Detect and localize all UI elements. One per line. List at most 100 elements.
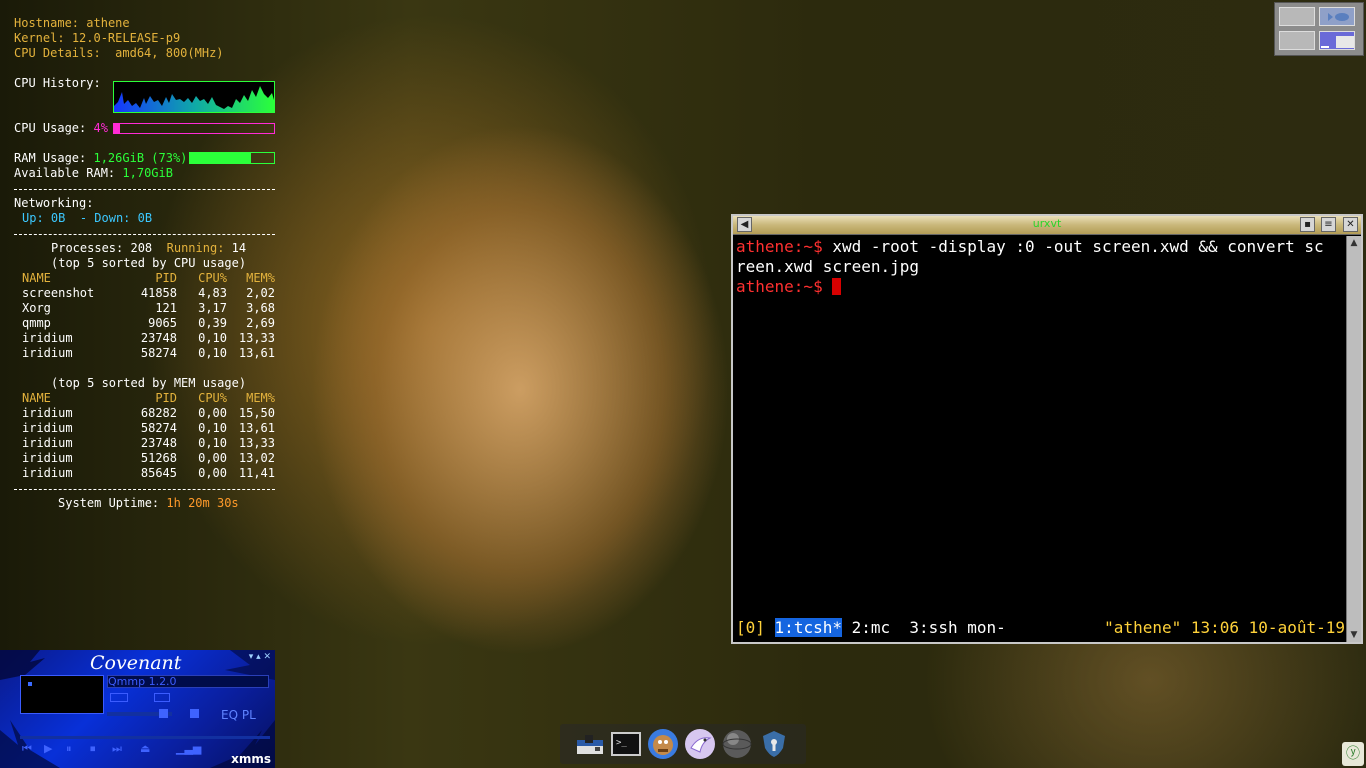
column-cpu: CPU% — [198, 391, 227, 405]
separator — [14, 489, 275, 490]
status-host-clock: "athene" 13:06 10-août-19 — [1104, 618, 1345, 637]
workspace-3[interactable] — [1279, 31, 1315, 50]
scroll-up-icon[interactable]: ▲ — [1347, 236, 1361, 250]
terminal-scrollbar[interactable]: ▲ ▼ — [1346, 236, 1361, 642]
process-pid: 58274 — [140, 346, 177, 360]
eq-button[interactable]: EQ — [221, 708, 238, 722]
ram-usage-label: RAM Usage: — [14, 151, 87, 165]
table-header: NAME PID CPU% MEM% — [22, 391, 277, 406]
column-mem: MEM% — [246, 271, 275, 285]
process-mem: 13,33 — [238, 331, 275, 345]
xmms-eq-pl[interactable]: EQ PL — [221, 708, 256, 722]
status-window-active[interactable]: 1:tcsh* — [774, 618, 842, 637]
process-cpu: 0,10 — [198, 331, 227, 345]
top-mem-table: NAME PID CPU% MEM% iridium 68282 0,00 15,50… — [22, 391, 277, 481]
terminal-line: athene:~$ xwd -root -display :0 -out scr… — [736, 237, 1345, 257]
process-mem: 13,33 — [238, 436, 275, 450]
process-pid: 58274 — [140, 421, 177, 435]
process-name: iridium — [22, 346, 73, 360]
table-header: NAME PID CPU% MEM% — [22, 271, 277, 286]
pause-icon[interactable]: ⏸ — [66, 742, 72, 756]
gimp-icon[interactable] — [647, 728, 679, 760]
next-icon[interactable]: ⏭ — [112, 742, 122, 756]
close-button[interactable]: ✕ — [1343, 217, 1358, 232]
column-mem: MEM% — [246, 391, 275, 405]
volume-knob[interactable] — [159, 709, 168, 718]
column-pid: PID — [155, 271, 177, 285]
iconify-button[interactable]: ▪ — [1300, 217, 1315, 232]
kernel-label: Kernel: — [14, 31, 65, 45]
seek-bar[interactable] — [20, 736, 270, 739]
process-mem: 15,50 — [238, 406, 275, 420]
xmms-song-title: Qmmp 1.2.0 — [107, 675, 269, 688]
hostname-label: Hostname: — [14, 16, 80, 30]
available-ram-row: Available RAM: 1,70GiB — [14, 166, 173, 181]
column-pid: PID — [155, 391, 177, 405]
separator — [14, 234, 275, 235]
workspace-2[interactable] — [1319, 7, 1355, 26]
browser-icon[interactable] — [684, 728, 716, 760]
process-pid: 41858 — [140, 286, 177, 300]
xmms-player[interactable]: Covenant ▾ ▴ ✕ Qmmp 1.2.0 EQ PL ⏮ ▶ ⏸ ⏹ … — [0, 650, 275, 768]
ram-usage-bar — [189, 152, 275, 164]
cpu-usage-bar-fill — [114, 124, 121, 133]
text-cursor — [832, 278, 842, 295]
process-cpu: 4,83 — [198, 286, 227, 300]
ram-usage-row: RAM Usage: 1,26GiB (73%) — [14, 151, 187, 166]
status-windows[interactable]: 2:mc 3:ssh mon- — [842, 618, 1006, 637]
network-down: Down: 0B — [94, 211, 153, 225]
xmms-brand-label: xmms — [231, 752, 271, 766]
terminal-titlebar[interactable]: ◀ urxvt ▪ ≡ ✕ — [733, 216, 1361, 235]
playlist-button[interactable]: PL — [242, 708, 256, 722]
hostname-row: Hostname: athene — [14, 16, 130, 31]
network-globe-icon[interactable] — [721, 728, 753, 760]
cpu-details-label: CPU Details: — [14, 46, 101, 60]
equalizer-bars-icon: ▁▃▅ — [176, 742, 202, 755]
terminal-window[interactable]: ◀ urxvt ▪ ≡ ✕ athene:~$ xwd -root -displ… — [731, 214, 1363, 644]
volume-slider[interactable] — [107, 709, 172, 718]
ram-usage-bar-fill — [190, 153, 252, 163]
cpu-details-row: CPU Details: amd64, 800(MHz) — [14, 46, 224, 61]
network-up: Up: 0B — [22, 211, 66, 225]
xmms-time-display — [20, 675, 104, 714]
terminal-line: reen.xwd screen.jpg — [736, 257, 920, 276]
running-value: 14 — [231, 241, 247, 255]
network-row: Up: 0B - Down: 0B — [22, 211, 152, 226]
workspace-1[interactable] — [1279, 7, 1315, 26]
table-row: iridium 68282 0,00 15,50 — [22, 406, 277, 421]
kernel-row: Kernel: 12.0-RELEASE-p9 — [14, 31, 180, 46]
maximize-button[interactable]: ≡ — [1321, 217, 1336, 232]
previous-icon[interactable]: ⏮ — [22, 742, 32, 756]
table-row: screenshot 41858 4,83 2,02 — [22, 286, 277, 301]
cpu-sort-heading: (top 5 sorted by CPU usage) — [51, 256, 247, 270]
table-row: iridium 58274 0,10 13,61 — [22, 346, 277, 361]
process-name: iridium — [22, 466, 73, 480]
terminal-title: urxvt — [1032, 217, 1062, 230]
update-notifier-icon[interactable]: ⓨ — [1342, 742, 1364, 766]
security-shield-icon[interactable] — [758, 728, 790, 760]
eject-icon[interactable]: ⏏ — [140, 742, 150, 755]
scroll-down-icon[interactable]: ▼ — [1347, 628, 1361, 642]
process-mem: 13,02 — [238, 451, 275, 465]
process-name: Xorg — [22, 301, 51, 315]
column-name: NAME — [22, 271, 51, 285]
process-mem: 13,61 — [238, 421, 275, 435]
process-mem: 3,68 — [246, 301, 275, 315]
terminal-icon[interactable]: >_ — [610, 728, 642, 760]
terminal-output[interactable]: athene:~$ xwd -root -display :0 -out scr… — [736, 237, 1345, 642]
files-icon[interactable] — [574, 728, 606, 760]
kernel-value: 12.0-RELEASE-p9 — [71, 31, 181, 45]
uptime-row: System Uptime: 1h 20m 30s — [58, 496, 239, 511]
available-ram-value: 1,70GiB — [122, 166, 173, 180]
balance-knob[interactable] — [190, 709, 199, 718]
workspace-pager[interactable] — [1274, 2, 1364, 56]
hostname-value: athene — [86, 16, 130, 30]
workspace-4-active[interactable] — [1319, 31, 1355, 50]
samplerate-indicator — [154, 693, 170, 702]
play-icon[interactable]: ▶ — [44, 742, 52, 755]
process-name: iridium — [22, 421, 73, 435]
tmux-status-line: [0] 1:tcsh* 2:mc 3:ssh mon- "athene" 13:0… — [736, 618, 1345, 638]
table-row: qmmp 9065 0,39 2,69 — [22, 316, 277, 331]
stop-icon[interactable]: ⏹ — [90, 742, 96, 756]
xmms-window-controls[interactable]: ▾ ▴ ✕ — [249, 652, 271, 662]
